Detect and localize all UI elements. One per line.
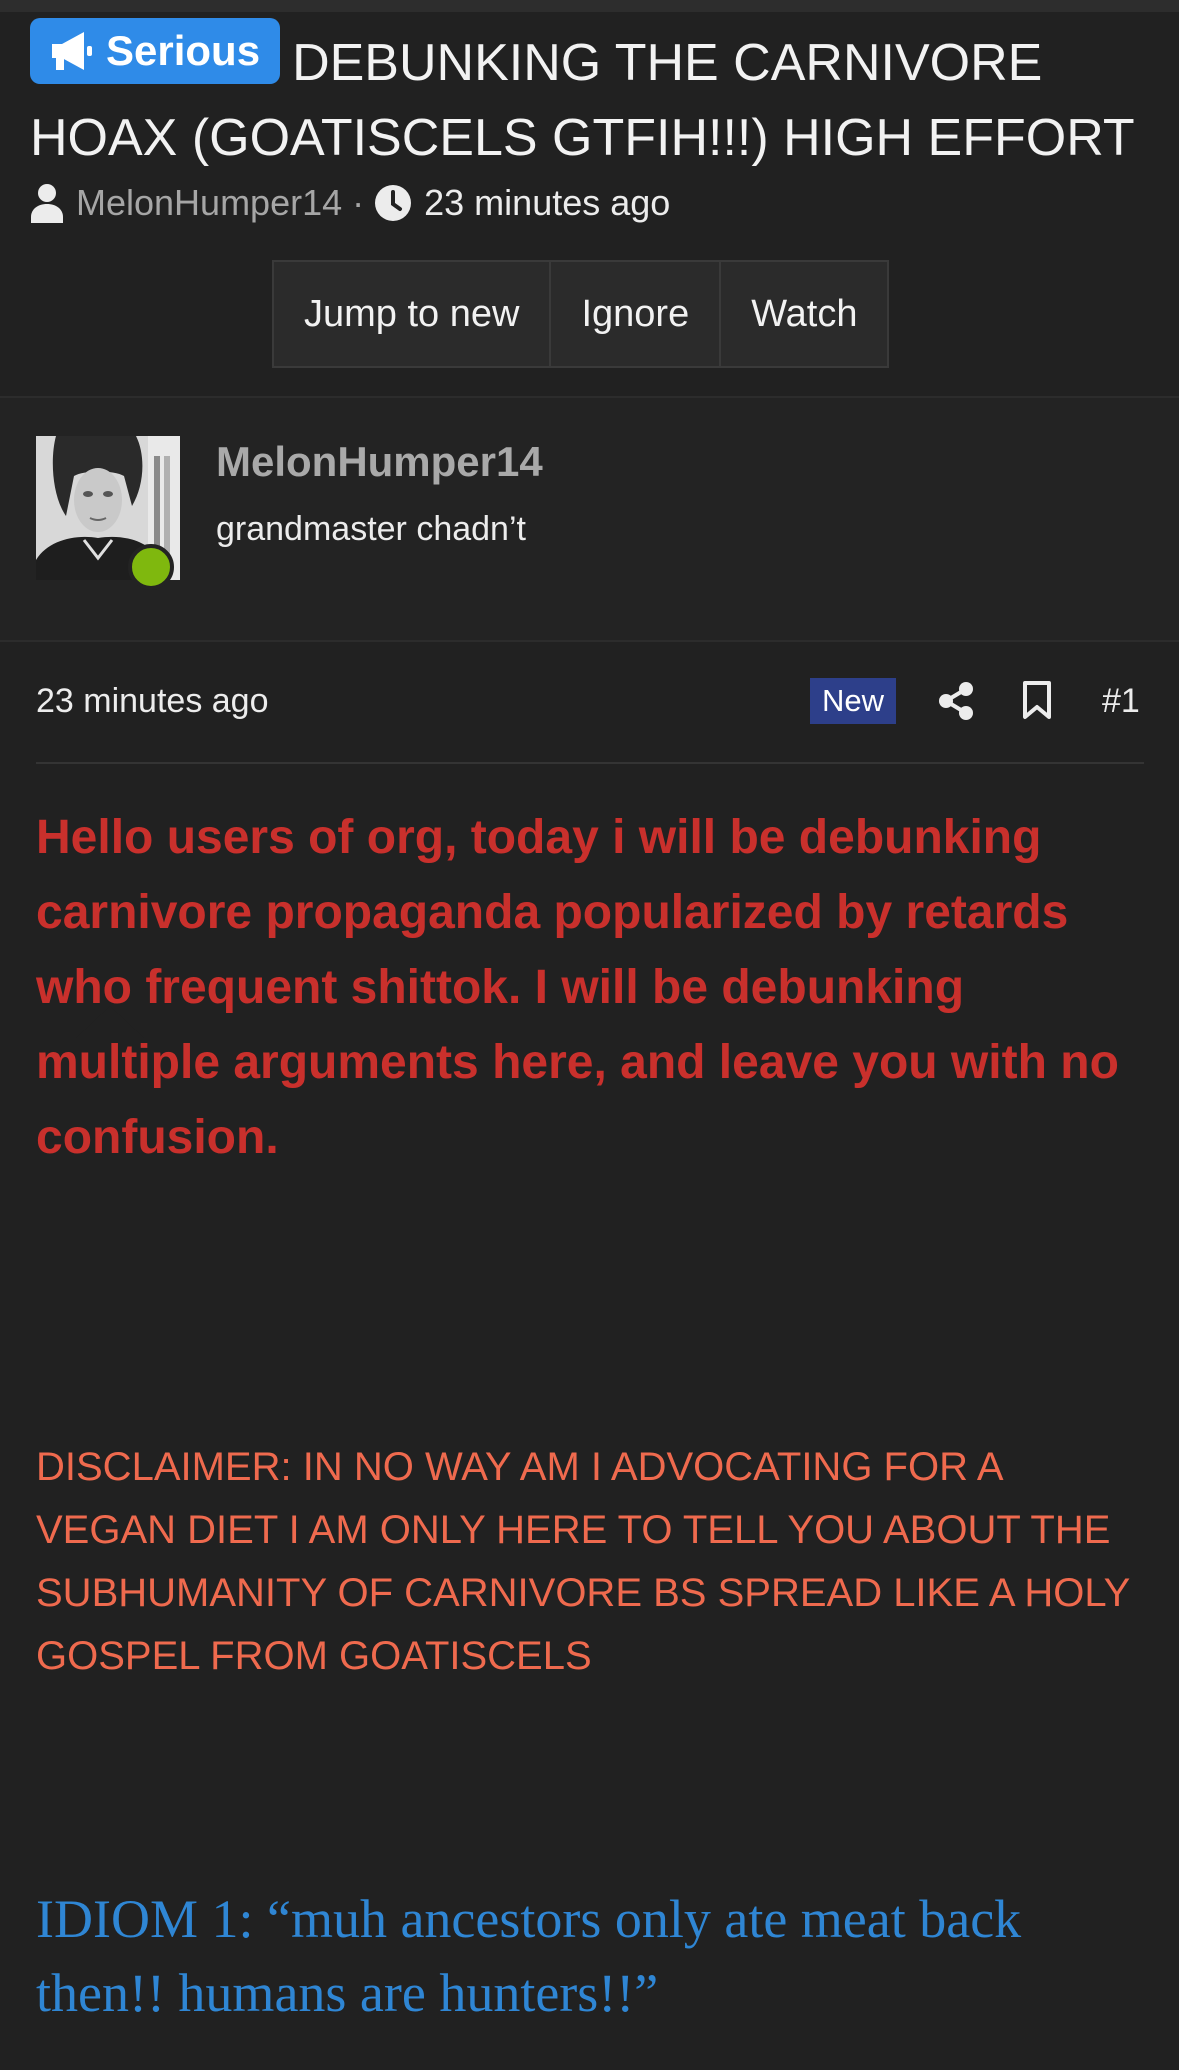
jump-to-new-button[interactable]: Jump to new (274, 262, 552, 366)
thread-title: Serious DEBUNKING THE CARNIVORE HOAX (GO… (30, 18, 1150, 176)
user-icon (31, 184, 63, 223)
bookmark-icon[interactable] (1022, 680, 1052, 725)
post-time[interactable]: 23 minutes ago (36, 682, 269, 721)
post-paragraph-intro: Hello users of org, today i will be debu… (36, 811, 1119, 1164)
meta-separator: · (352, 182, 365, 223)
thread-author-link[interactable]: MelonHumper14 (76, 182, 342, 224)
post-meta-bar: 23 minutes ago New #1 (36, 672, 1146, 732)
post-username[interactable]: MelonHumper14 (216, 438, 543, 486)
prefix-label: Serious (106, 27, 261, 74)
top-bar (0, 0, 1179, 12)
post-paragraph-disclaimer: DISCLAIMER: IN NO WAY AM I ADVOCATING FO… (36, 1445, 1130, 1678)
share-icon[interactable] (938, 682, 974, 725)
thread-header: Serious DEBUNKING THE CARNIVORE HOAX (GO… (0, 12, 1179, 396)
clock-icon (375, 185, 412, 221)
user-title: grandmaster chadn’t (216, 510, 526, 548)
new-badge: New (810, 678, 897, 724)
ignore-button[interactable]: Ignore (551, 262, 722, 366)
thread-time[interactable]: 23 minutes ago (424, 182, 670, 224)
megaphone-icon (52, 32, 92, 70)
post-number-link[interactable]: #1 (1102, 682, 1140, 721)
divider (36, 762, 1144, 764)
post-paragraph-idiom: IDIOM 1: “muh ancestors only ate meat ba… (36, 1889, 1022, 2023)
post-user-block: MelonHumper14 grandmaster chadn’t (0, 398, 1179, 1038)
prefix-badge-serious[interactable]: Serious (30, 18, 281, 84)
divider (0, 640, 1179, 642)
thread-meta: MelonHumper14 · 23 minutes ago (30, 178, 670, 228)
watch-button[interactable]: Watch (721, 262, 887, 366)
online-status-indicator (128, 544, 174, 590)
thread-actions: Jump to new Ignore Watch (272, 260, 890, 368)
